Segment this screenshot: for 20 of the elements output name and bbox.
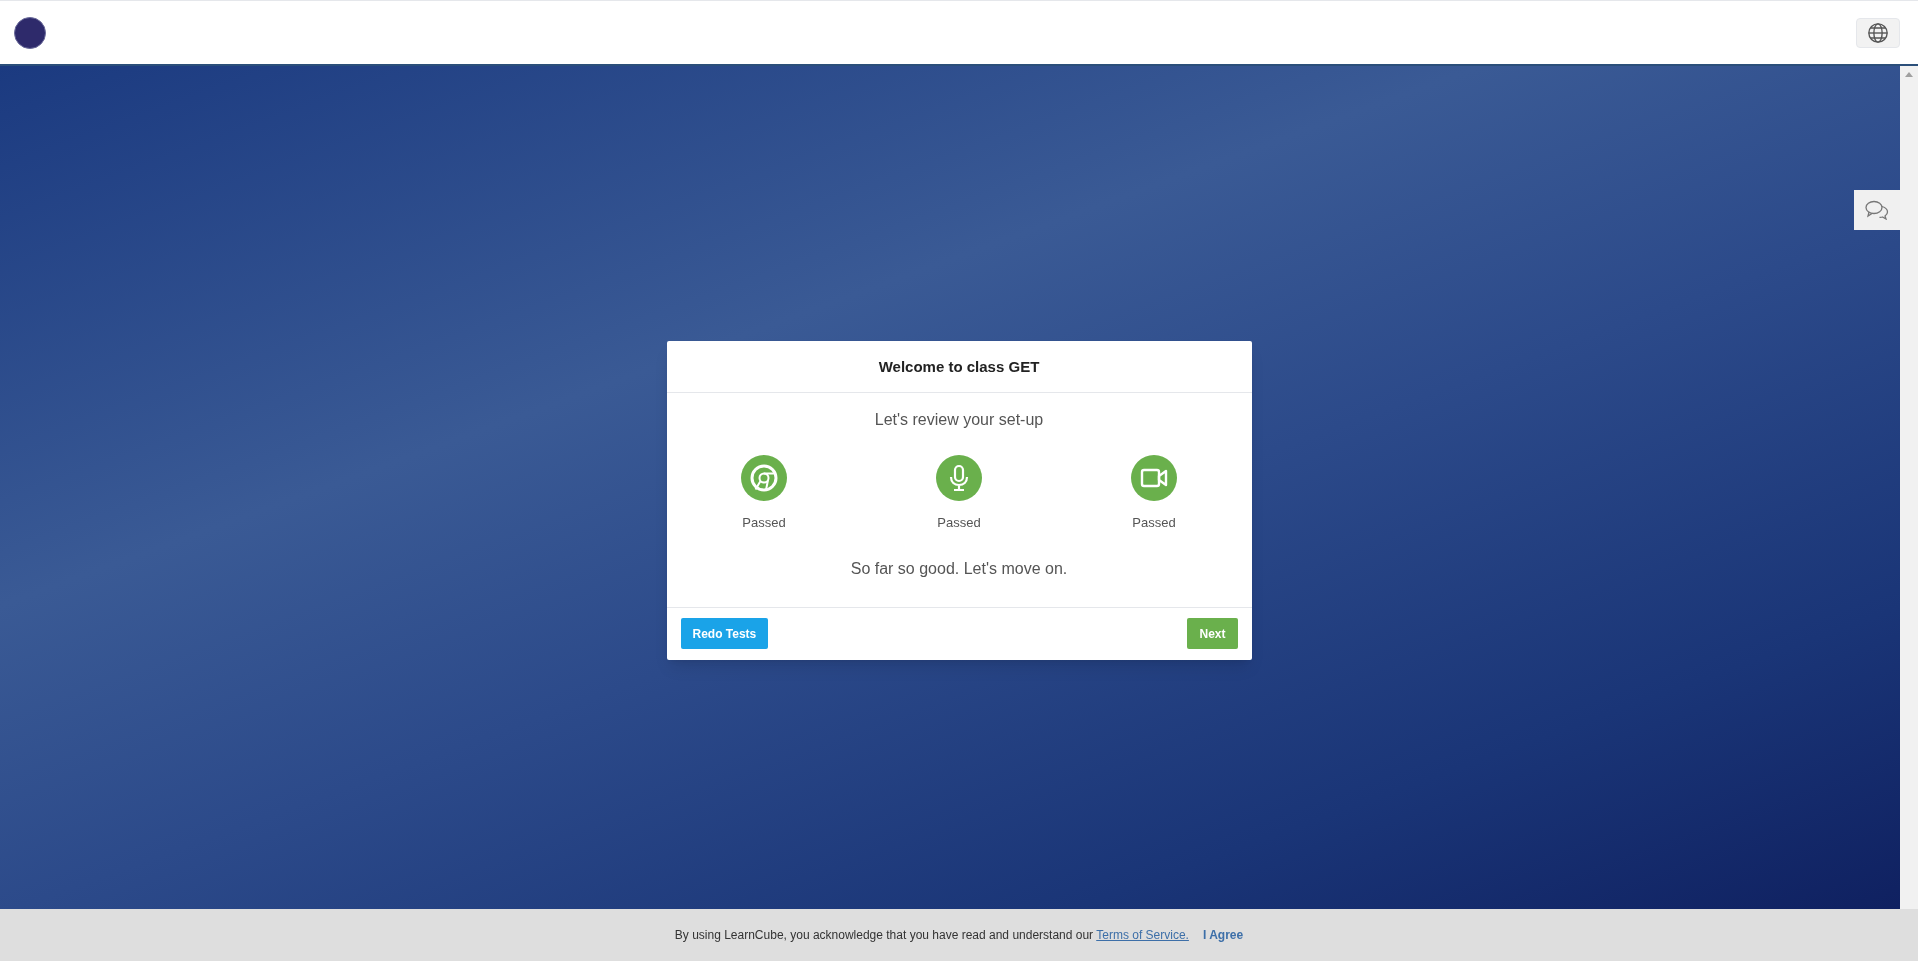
chat-button[interactable] [1854,190,1900,230]
consent-text: By using LearnCube, you acknowledge that you have read and understand our Terms of Service. [674,927,1189,944]
status-message: So far so good. Let's move on. [850,558,1068,579]
logo-icon[interactable] [14,16,46,49]
scroll-up-icon[interactable] [1905,72,1913,77]
browser-icon [741,455,787,502]
camera-icon [1131,455,1177,502]
check-status: Passed [1132,514,1176,533]
terms-link[interactable]: Terms of Service. [1096,928,1189,942]
globe-icon[interactable] [1856,17,1900,48]
subtitle: Let's review your set-up [874,410,1044,431]
check-status: Passed [742,514,786,533]
chat-icon [1865,200,1889,220]
microphone-icon [936,455,982,502]
next-button[interactable]: Next [1187,618,1238,650]
redo-tests-button[interactable]: Redo Tests [680,618,769,650]
dialog-title: Welcome to class GET [878,356,1040,377]
check-status: Passed [937,514,981,533]
agree-link[interactable]: I Agree [1202,926,1244,944]
scrollbar[interactable] [1900,66,1918,909]
